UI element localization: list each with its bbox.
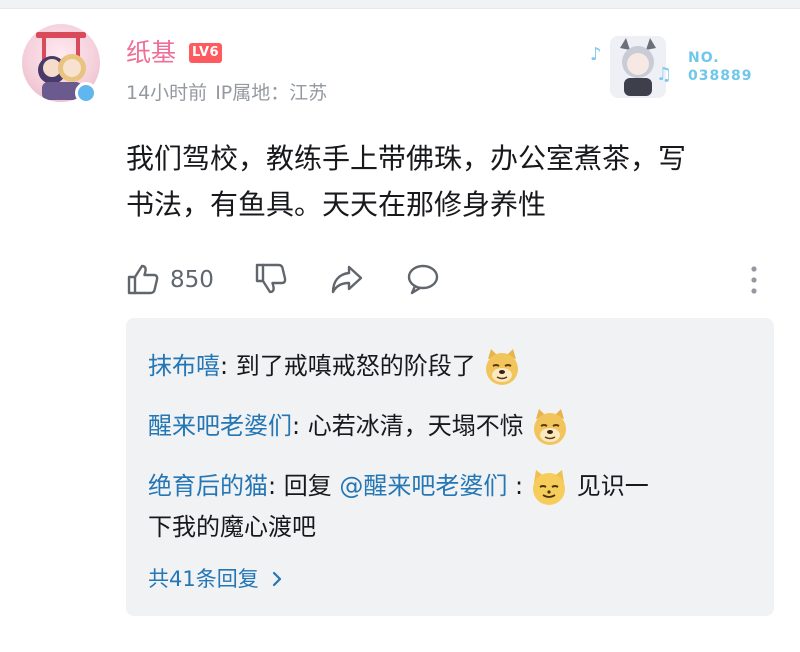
- level-badge: LV6: [189, 43, 223, 63]
- share-icon[interactable]: [330, 262, 364, 296]
- reply-username[interactable]: 醒来吧老婆们: [148, 412, 292, 440]
- reply-username[interactable]: 抹布嘻: [148, 352, 220, 380]
- comment-bubble-icon[interactable]: [406, 262, 440, 296]
- chevron-right-icon: [273, 571, 282, 587]
- thumbs-up-icon[interactable]: [126, 262, 160, 296]
- reply-separator: :: [220, 352, 236, 380]
- thumbs-down-icon[interactable]: [254, 262, 288, 296]
- comment-line: 书法，有鱼具。天天在那修身养性: [126, 188, 547, 221]
- reply-username[interactable]: 绝育后的猫: [148, 472, 268, 500]
- reply-text: 见识一: [576, 472, 649, 500]
- mention-separator: :: [507, 472, 524, 500]
- ip-location: IP属地：江苏: [215, 82, 328, 104]
- reply-item[interactable]: 抹布嘻: 到了戒嗔戒怒的阶段了: [148, 346, 758, 387]
- reply-item[interactable]: 绝育后的猫: 回复 @醒来吧老婆们 : 见识一 下我的魔心渡吧: [148, 466, 758, 547]
- reply-text: 下我的魔心渡吧: [148, 513, 316, 541]
- cat-emoji-icon: [529, 467, 569, 507]
- music-note-icon: ♪: [590, 44, 602, 65]
- replies-panel: 抹布嘻: 到了戒嗔戒怒的阶段了 醒来吧老婆们: 心若冰清，天塌不惊 绝育后的猫:…: [126, 318, 774, 616]
- doge-emoji-icon: [530, 407, 570, 447]
- reply-item[interactable]: 醒来吧老婆们: 心若冰清，天塌不惊: [148, 406, 758, 447]
- username[interactable]: 纸基: [126, 38, 176, 68]
- total-replies: 共41条回复: [148, 567, 259, 591]
- reply-prefix: 回复: [283, 472, 340, 500]
- reply-text: 到了戒嗔戒怒的阶段了: [235, 352, 476, 380]
- reply-separator: :: [292, 412, 308, 440]
- verified-badge-icon: [75, 82, 97, 104]
- comment-time: 14小时前: [126, 82, 208, 104]
- comment-meta: 14小时前 IP属地：江苏: [126, 80, 335, 106]
- fan-card-label: NO.: [688, 50, 720, 66]
- more-vertical-icon[interactable]: [750, 264, 758, 296]
- like-count: 850: [170, 267, 214, 293]
- top-divider: [0, 0, 800, 9]
- doge-emoji-icon: [482, 347, 522, 387]
- action-bar: 850: [126, 258, 766, 302]
- music-note-icon: ♫: [656, 64, 673, 85]
- fan-card[interactable]: ♪ ♫ NO. 038889: [590, 34, 770, 104]
- comment-text: 我们驾校，教练手上带佛珠，办公室煮茶，写 书法，有鱼具。天天在那修身养性: [126, 136, 766, 228]
- fan-card-number: 038889: [688, 68, 753, 84]
- reply-mention[interactable]: @醒来吧老婆们: [339, 472, 507, 500]
- comment-line: 我们驾校，教练手上带佛珠，办公室煮茶，写: [126, 142, 687, 175]
- view-all-replies-link[interactable]: 共41条回复: [148, 564, 283, 594]
- reply-separator: :: [268, 472, 284, 500]
- reply-text: 心若冰清，天塌不惊: [307, 412, 524, 440]
